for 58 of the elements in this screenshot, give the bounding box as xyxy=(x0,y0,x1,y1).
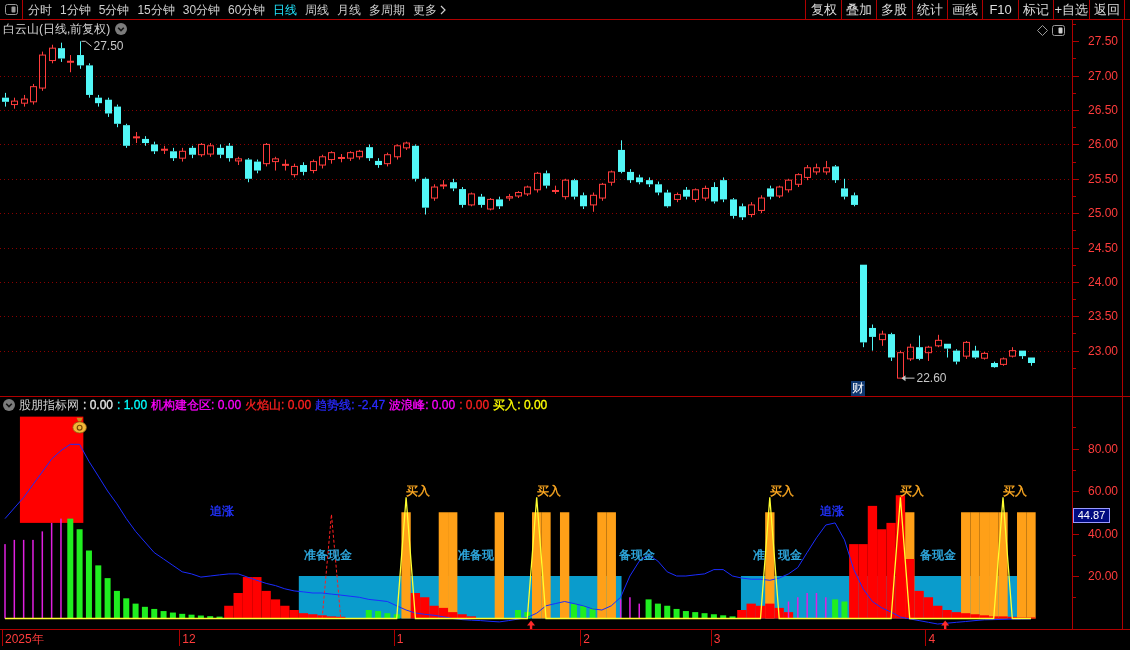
period-tab[interactable]: 1分钟 xyxy=(60,0,91,19)
indicator-name: 股朋指标网 xyxy=(19,398,79,412)
toolbar-button[interactable]: 标记 xyxy=(1017,0,1054,19)
period-tab[interactable]: 15分钟 xyxy=(137,0,175,19)
legend-value: 趋势线: -2.47 xyxy=(315,398,386,412)
chevron-right-icon xyxy=(440,4,447,15)
legend-value: : 0.00 xyxy=(83,398,114,412)
date-label: 12 xyxy=(182,632,196,646)
axis-label: 25.50 xyxy=(1088,171,1119,186)
toolbar-button[interactable]: 复权 xyxy=(805,0,841,19)
legend-value: 火焰山: 0.00 xyxy=(245,398,312,412)
axis-label: 24.50 xyxy=(1088,240,1119,255)
period-tab[interactable]: 月线 xyxy=(337,0,362,19)
date-label: 1 xyxy=(396,632,404,646)
period-tab[interactable]: 分时 xyxy=(28,0,52,19)
axis-label: 20.00 xyxy=(1088,569,1119,583)
date-label: 4 xyxy=(928,632,936,646)
diamond-icon[interactable] xyxy=(1037,25,1048,36)
legend-value: : 0.00 xyxy=(459,398,490,412)
toolbar-button[interactable]: 多股 xyxy=(876,0,912,19)
date-label: 2 xyxy=(583,632,590,646)
legend-value: 机构建仓区: 0.00 xyxy=(151,398,242,412)
panel-toggle-icon[interactable] xyxy=(1052,25,1065,36)
legend-value: : 1.00 xyxy=(117,398,148,412)
axis-label: 25.00 xyxy=(1088,206,1119,221)
axis-label: 80.00 xyxy=(1088,441,1119,456)
period-tab[interactable]: 多周期 xyxy=(369,0,406,19)
toolbar-button[interactable]: 画线 xyxy=(947,0,983,19)
period-tab[interactable]: 周线 xyxy=(305,0,330,19)
axis-label: 23.50 xyxy=(1088,309,1119,324)
date-label: 2025年 xyxy=(5,632,44,646)
toolbar-button[interactable]: 叠加 xyxy=(840,0,877,19)
axis-label: 27.50 xyxy=(1088,34,1119,49)
axis-label: 40.00 xyxy=(1088,526,1119,541)
toolbar-button[interactable]: 返回 xyxy=(1088,0,1124,19)
sidebar-toggle-icon[interactable] xyxy=(4,4,18,15)
toolbar-button[interactable]: +自选 xyxy=(1053,0,1089,19)
axis-label: 26.00 xyxy=(1088,137,1119,152)
toolbar-button[interactable]: 统计 xyxy=(911,0,948,19)
more-tab[interactable]: 更多 xyxy=(413,0,447,19)
report-marker[interactable]: 财 xyxy=(851,381,866,396)
axis-label: 27.00 xyxy=(1088,68,1119,83)
axis-label: 26.50 xyxy=(1088,103,1119,118)
legend-value: 波浪峰: 0.00 xyxy=(389,398,456,412)
period-tab[interactable]: 30分钟 xyxy=(182,0,221,19)
period-tab[interactable]: 5分钟 xyxy=(98,0,130,19)
period-tab[interactable]: 60分钟 xyxy=(228,0,266,19)
chevron-down-icon[interactable] xyxy=(115,23,128,35)
legend-value: 买入: 0.00 xyxy=(493,398,548,412)
toolbar-button[interactable]: F10 xyxy=(982,0,1018,19)
period-tab[interactable]: 日线 xyxy=(273,0,298,19)
axis-label: 24.00 xyxy=(1088,274,1119,289)
chevron-down-icon[interactable] xyxy=(3,399,15,411)
axis-label: 23.00 xyxy=(1088,343,1119,358)
axis-label: 60.00 xyxy=(1088,484,1119,498)
chart-title: 白云山(日线,前复权) xyxy=(3,22,111,36)
date-label: 3 xyxy=(713,632,721,646)
value-tag: 44.87 xyxy=(1073,508,1110,524)
